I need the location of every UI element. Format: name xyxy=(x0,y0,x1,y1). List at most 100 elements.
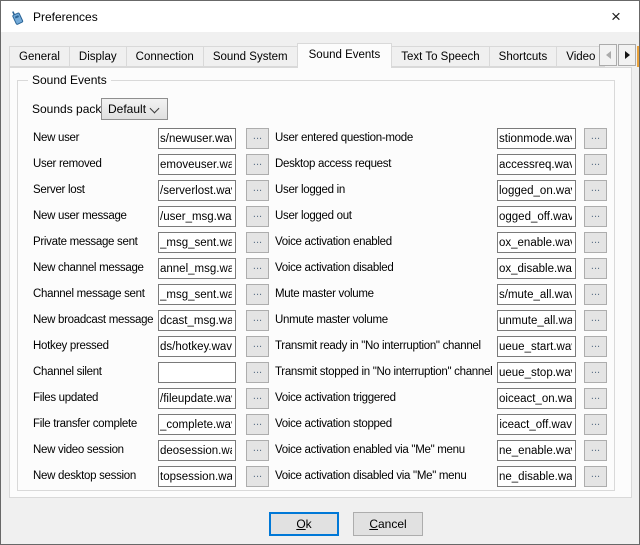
browse-button[interactable]: ... xyxy=(246,258,269,279)
sound-file-input[interactable] xyxy=(497,154,576,175)
sound-event-label: File transfer complete xyxy=(33,418,137,430)
sound-file-input[interactable] xyxy=(497,258,576,279)
browse-button[interactable]: ... xyxy=(246,232,269,253)
sound-file-input[interactable] xyxy=(497,128,576,149)
sound-event-label: Voice activation disabled via "Me" menu xyxy=(275,470,466,482)
sound-file-input[interactable] xyxy=(497,206,576,227)
browse-button[interactable]: ... xyxy=(246,128,269,149)
browse-button[interactable]: ... xyxy=(246,310,269,331)
sound-file-input[interactable] xyxy=(158,284,236,305)
sound-event-row: Voice activation triggered... xyxy=(275,388,610,414)
browse-button[interactable]: ... xyxy=(246,284,269,305)
sound-file-input[interactable] xyxy=(158,336,236,357)
sound-event-row: New user... xyxy=(33,128,273,154)
browse-button[interactable]: ... xyxy=(584,180,607,201)
sound-event-row: Server lost... xyxy=(33,180,273,206)
tab-sound-events[interactable]: Sound Events xyxy=(297,43,393,68)
sound-file-input[interactable] xyxy=(497,180,576,201)
sound-event-row: Voice activation disabled... xyxy=(275,258,610,284)
browse-button[interactable]: ... xyxy=(584,258,607,279)
browse-button[interactable]: ... xyxy=(584,440,607,461)
sound-file-input[interactable] xyxy=(158,388,236,409)
browse-button[interactable]: ... xyxy=(584,206,607,227)
close-button[interactable]: × xyxy=(593,1,639,31)
browse-button[interactable]: ... xyxy=(246,154,269,175)
cancel-button[interactable]: Cancel xyxy=(353,512,423,536)
tab-scroll-left-button[interactable] xyxy=(599,44,617,66)
sound-file-input[interactable] xyxy=(158,258,236,279)
sound-file-input[interactable] xyxy=(158,232,236,253)
sound-file-input[interactable] xyxy=(497,284,576,305)
sound-event-row: User logged in... xyxy=(275,180,610,206)
preferences-window: Preferences × GeneralDisplayConnectionSo… xyxy=(0,0,640,545)
browse-button[interactable]: ... xyxy=(584,466,607,487)
tab-scroll-right-button[interactable] xyxy=(618,44,636,66)
sound-event-label: Unmute master volume xyxy=(275,314,388,326)
sound-file-input[interactable] xyxy=(158,362,236,383)
tab-general[interactable]: General xyxy=(9,46,70,67)
sound-event-label: Server lost xyxy=(33,184,85,196)
sound-event-label: New user xyxy=(33,132,79,144)
sound-event-row: Hotkey pressed... xyxy=(33,336,273,362)
browse-button[interactable]: ... xyxy=(246,440,269,461)
sound-event-label: Desktop access request xyxy=(275,158,391,170)
sound-file-input[interactable] xyxy=(158,440,236,461)
browse-button[interactable]: ... xyxy=(584,414,607,435)
sound-file-input[interactable] xyxy=(497,232,576,253)
sound-event-label: User logged out xyxy=(275,210,352,222)
browse-button[interactable]: ... xyxy=(584,336,607,357)
browse-button[interactable]: ... xyxy=(584,388,607,409)
arrow-left-icon xyxy=(606,51,611,59)
browse-button[interactable]: ... xyxy=(584,310,607,331)
sound-file-input[interactable] xyxy=(497,336,576,357)
sound-file-input[interactable] xyxy=(158,206,236,227)
sound-file-input[interactable] xyxy=(497,388,576,409)
browse-button[interactable]: ... xyxy=(584,128,607,149)
browse-button[interactable]: ... xyxy=(584,154,607,175)
browse-button[interactable]: ... xyxy=(584,232,607,253)
ok-button[interactable]: Ok xyxy=(269,512,339,536)
sound-event-row: User logged out... xyxy=(275,206,610,232)
sounds-pack-select[interactable]: Default xyxy=(101,98,168,120)
sound-event-row: Files updated... xyxy=(33,388,273,414)
sound-event-row: Voice activation disabled via "Me" menu.… xyxy=(275,466,610,492)
tab-display[interactable]: Display xyxy=(69,46,127,67)
browse-button[interactable]: ... xyxy=(246,206,269,227)
sound-event-row: Mute master volume... xyxy=(275,284,610,310)
sound-file-input[interactable] xyxy=(158,466,236,487)
sound-file-input[interactable] xyxy=(497,414,576,435)
sound-file-input[interactable] xyxy=(497,362,576,383)
sound-file-input[interactable] xyxy=(497,310,576,331)
tab-text-to-speech[interactable]: Text To Speech xyxy=(391,46,489,67)
sound-file-input[interactable] xyxy=(497,440,576,461)
browse-button[interactable]: ... xyxy=(246,336,269,357)
sound-event-row: New broadcast message... xyxy=(33,310,273,336)
title-bar: Preferences × xyxy=(1,1,639,32)
browse-button[interactable]: ... xyxy=(584,362,607,383)
sounds-pack-value: Default xyxy=(108,102,146,116)
sound-file-input[interactable] xyxy=(497,466,576,487)
tab-strip-edge xyxy=(637,46,639,67)
sound-event-label: Voice activation enabled xyxy=(275,236,392,248)
tab-shortcuts[interactable]: Shortcuts xyxy=(489,46,558,67)
tab-sound-system[interactable]: Sound System xyxy=(203,46,298,67)
sound-event-label: Voice activation enabled via "Me" menu xyxy=(275,444,465,456)
sound-event-row: New desktop session... xyxy=(33,466,273,492)
sound-event-row: Voice activation enabled via "Me" menu..… xyxy=(275,440,610,466)
tab-connection[interactable]: Connection xyxy=(126,46,204,67)
sound-event-label: New broadcast message xyxy=(33,314,153,326)
browse-button[interactable]: ... xyxy=(246,362,269,383)
sound-file-input[interactable] xyxy=(158,180,236,201)
sound-file-input[interactable] xyxy=(158,154,236,175)
tab-page-sound-events: Sound Events Sounds pack Default New use… xyxy=(9,67,632,498)
browse-button[interactable]: ... xyxy=(246,414,269,435)
browse-button[interactable]: ... xyxy=(246,388,269,409)
sound-event-label: New user message xyxy=(33,210,127,222)
tab-scroll-buttons xyxy=(599,44,637,66)
sound-file-input[interactable] xyxy=(158,414,236,435)
browse-button[interactable]: ... xyxy=(246,180,269,201)
sound-file-input[interactable] xyxy=(158,128,236,149)
browse-button[interactable]: ... xyxy=(584,284,607,305)
sound-file-input[interactable] xyxy=(158,310,236,331)
browse-button[interactable]: ... xyxy=(246,466,269,487)
